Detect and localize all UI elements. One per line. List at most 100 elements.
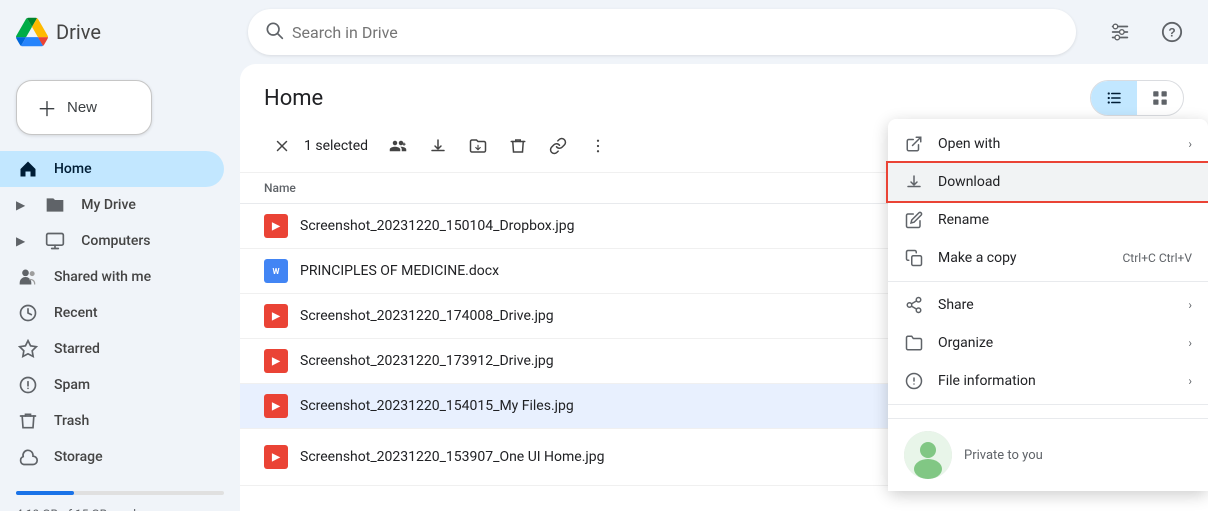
search-input[interactable] — [292, 23, 1060, 42]
menu-item-rename[interactable]: Rename — [888, 201, 1208, 239]
sidebar-item-starred[interactable]: Starred — [0, 331, 224, 367]
make-copy-shortcut: Ctrl+C Ctrl+V — [1123, 251, 1193, 265]
name-column-header: Name — [264, 181, 296, 195]
file-icon-image: ▶ — [264, 394, 288, 418]
move-to-folder-button[interactable] — [460, 128, 496, 164]
new-button[interactable]: ＋ New — [16, 80, 152, 135]
sidebar-item-computers[interactable]: ▶ Computers — [0, 223, 224, 259]
more-toolbar-button[interactable] — [580, 128, 616, 164]
sidebar-item-my-drive-label: My Drive — [81, 197, 136, 213]
menu-share-label: Share — [938, 297, 1174, 313]
sidebar-item-spam-label: Spam — [54, 377, 90, 393]
arrow-icon: ▶ — [16, 198, 25, 212]
content-header: Home — [240, 64, 1208, 124]
sidebar-item-computers-label: Computers — [81, 233, 150, 249]
download-menu-icon — [904, 173, 924, 191]
google-drive-logo — [16, 16, 48, 48]
menu-arrow-icon: › — [1188, 374, 1192, 388]
search-icon — [264, 20, 284, 45]
avatar — [904, 431, 952, 479]
sidebar-item-recent-label: Recent — [54, 305, 98, 321]
people-icon — [16, 267, 40, 287]
menu-divider — [888, 404, 1208, 405]
app-title: Drive — [56, 20, 101, 44]
clock-icon — [16, 303, 40, 323]
sidebar-item-spam[interactable]: Spam — [0, 367, 224, 403]
close-selection-button[interactable] — [264, 128, 300, 164]
menu-organize-label: Organize — [938, 335, 1174, 351]
context-menu: Open with › Download Rename Make a c — [888, 119, 1208, 491]
share-icon — [904, 296, 924, 314]
main-layout: ＋ New Home ▶ My Drive ▶ Computers — [0, 64, 1208, 511]
rename-icon — [904, 211, 924, 229]
new-button-label: New — [67, 99, 97, 116]
folder-icon — [43, 195, 67, 215]
home-icon — [16, 159, 40, 179]
sidebar-item-recent[interactable]: Recent — [0, 295, 224, 331]
list-view-button[interactable] — [1091, 81, 1137, 115]
bottom-panel: Private to you — [888, 418, 1208, 491]
header-right: ? — [1100, 12, 1192, 52]
sidebar-item-home[interactable]: Home — [0, 151, 224, 187]
sidebar-item-my-drive[interactable]: ▶ My Drive — [0, 187, 224, 223]
storage-section: 4.19 GB of 15 GB used — [0, 475, 240, 511]
storage-bar-bg — [16, 491, 224, 495]
trash-icon — [16, 411, 40, 431]
menu-make-copy-label: Make a copy — [938, 250, 1109, 266]
menu-item-download[interactable]: Download — [888, 163, 1208, 201]
storage-bar-fill — [16, 491, 74, 495]
content-area: Home 1 selected — [240, 64, 1208, 511]
menu-file-info-label: File information — [938, 373, 1174, 389]
menu-arrow-icon: › — [1188, 298, 1192, 312]
file-icon-image: ▶ — [264, 445, 288, 469]
sidebar-item-home-label: Home — [54, 161, 92, 177]
menu-download-label: Download — [938, 174, 1192, 190]
help-icon[interactable]: ? — [1152, 12, 1192, 52]
settings-icon[interactable] — [1100, 12, 1140, 52]
page-title: Home — [264, 86, 1078, 111]
delete-button[interactable] — [500, 128, 536, 164]
sidebar-item-shared[interactable]: Shared with me — [0, 259, 224, 295]
menu-arrow-icon: › — [1188, 336, 1192, 350]
file-icon-image: ▶ — [264, 214, 288, 238]
sidebar-item-starred-label: Starred — [54, 341, 100, 357]
organize-icon — [904, 334, 924, 352]
sidebar-item-trash-label: Trash — [54, 413, 89, 429]
menu-divider — [888, 281, 1208, 282]
file-icon-image: ▶ — [264, 349, 288, 373]
download-toolbar-button[interactable] — [420, 128, 456, 164]
cloud-icon — [16, 447, 40, 467]
header: Drive ? — [0, 0, 1208, 64]
monitor-icon — [43, 231, 67, 251]
open-with-icon — [904, 135, 924, 153]
menu-item-open-with[interactable]: Open with › — [888, 125, 1208, 163]
search-bar[interactable] — [248, 9, 1076, 55]
link-button[interactable] — [540, 128, 576, 164]
menu-item-make-copy[interactable]: Make a copy Ctrl+C Ctrl+V — [888, 239, 1208, 277]
file-icon-doc: W — [264, 259, 288, 283]
warning-icon — [16, 375, 40, 395]
selected-count: 1 selected — [304, 138, 368, 154]
view-toggle — [1090, 80, 1184, 116]
arrow-icon: ▶ — [16, 234, 25, 248]
menu-item-file-info[interactable]: File information › — [888, 362, 1208, 400]
menu-arrow-icon: › — [1188, 137, 1192, 151]
sidebar: ＋ New Home ▶ My Drive ▶ Computers — [0, 64, 240, 511]
menu-item-share[interactable]: Share › — [888, 286, 1208, 324]
add-person-button[interactable] — [380, 128, 416, 164]
menu-open-with-label: Open with — [938, 136, 1174, 152]
grid-view-button[interactable] — [1137, 81, 1183, 115]
sidebar-item-trash[interactable]: Trash — [0, 403, 224, 439]
file-icon-image: ▶ — [264, 304, 288, 328]
plus-icon: ＋ — [37, 93, 57, 122]
sidebar-item-storage-label: Storage — [54, 449, 103, 465]
copy-icon — [904, 249, 924, 267]
sidebar-item-storage[interactable]: Storage — [0, 439, 224, 475]
menu-rename-label: Rename — [938, 212, 1192, 228]
star-icon — [16, 339, 40, 359]
sidebar-item-shared-label: Shared with me — [54, 269, 151, 285]
menu-item-organize[interactable]: Organize › — [888, 324, 1208, 362]
svg-text:?: ? — [1168, 26, 1175, 40]
private-label: Private to you — [964, 448, 1043, 463]
logo-area: Drive — [16, 16, 236, 48]
